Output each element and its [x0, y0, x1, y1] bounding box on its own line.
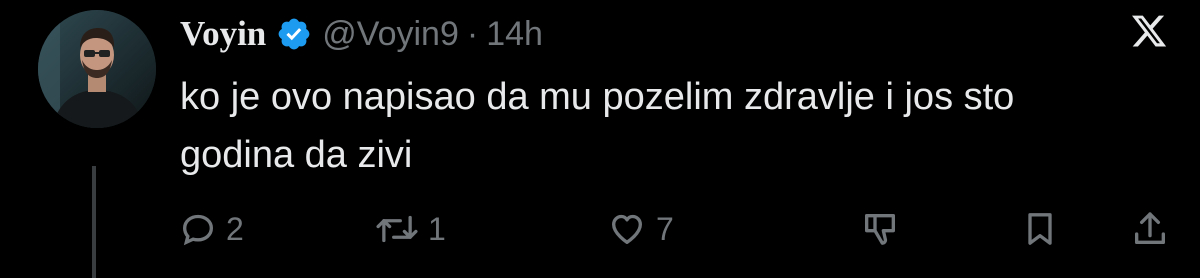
avatar-image	[38, 10, 156, 128]
retweet-count: 1	[428, 210, 446, 247]
tweet-header: Voyin @Voyin9 · 14h	[180, 10, 543, 58]
verified-badge-icon	[276, 16, 312, 52]
reply-icon	[178, 209, 218, 249]
reply-count: 2	[226, 210, 244, 247]
downvote-button[interactable]	[860, 204, 900, 254]
x-logo-icon	[1130, 12, 1168, 50]
tweet: Voyin @Voyin9 · 14h ko je ovo napisao da…	[0, 0, 1200, 278]
heart-icon	[606, 209, 648, 249]
action-bar: 2 1 7	[178, 204, 1178, 254]
separator-dot: ·	[466, 14, 479, 53]
retweet-icon	[374, 209, 420, 249]
tweet-text: ko je ovo napisao da mu pozelim zdravlje…	[180, 68, 1170, 184]
reply-button[interactable]: 2	[178, 204, 244, 254]
like-count: 7	[656, 210, 674, 247]
thumbs-down-icon	[860, 209, 900, 249]
handle[interactable]: @Voyin9	[322, 15, 459, 54]
bookmark-button[interactable]	[1020, 204, 1060, 254]
avatar[interactable]	[38, 10, 156, 128]
tweet-text-line: ko je ovo napisao da mu pozelim zdravlje…	[180, 76, 1015, 118]
like-button[interactable]: 7	[606, 204, 674, 254]
share-button[interactable]	[1130, 204, 1170, 254]
tweet-text-line: godina da zivi	[180, 134, 413, 176]
share-icon	[1130, 209, 1170, 249]
display-name[interactable]: Voyin	[180, 14, 266, 54]
thread-line	[92, 166, 96, 278]
timestamp[interactable]: 14h	[486, 15, 543, 54]
bookmark-icon	[1020, 209, 1060, 249]
retweet-button[interactable]: 1	[374, 204, 446, 254]
